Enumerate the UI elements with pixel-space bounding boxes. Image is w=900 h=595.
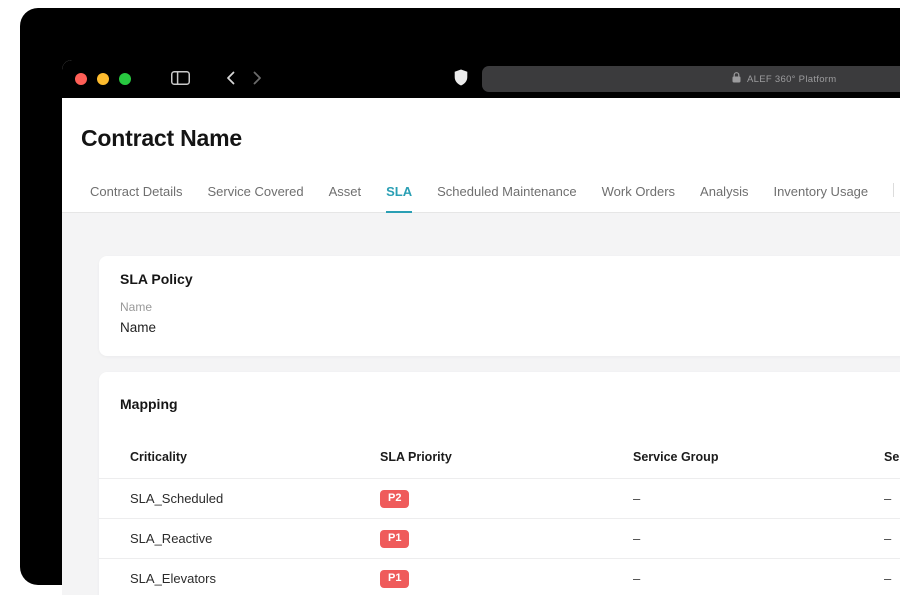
col-header-sla-priority: SLA Priority [380,450,452,464]
mapping-heading: Mapping [120,396,178,412]
priority-badge: P2 [380,490,410,508]
tab-service-covered[interactable]: Service Covered [207,174,303,213]
col-header-service-group: Service Group [633,450,719,464]
tab-scheduled-maintenance[interactable]: Scheduled Maintenance [437,174,577,213]
policy-name-label: Name [120,300,153,314]
url-bar[interactable]: ALEF 360° Platform [482,66,900,92]
tab-bar: Contract Details Service Covered Asset S… [62,174,900,213]
page-body: SLA Policy Name Name Mapping Criticality… [62,213,900,595]
cell-service-group: – [633,491,641,506]
tab-asset[interactable]: Asset [329,174,362,213]
back-button[interactable] [226,71,235,88]
sidebar-toggle-icon [171,70,190,88]
cell-criticality: SLA_Scheduled [130,491,224,506]
cell-col4: – [884,571,892,586]
cell-service-group: – [633,571,641,586]
policy-name-value: Name [120,320,157,335]
cell-criticality: SLA_Reactive [130,531,213,546]
tab-analysis[interactable]: Analysis [700,174,748,213]
table-row: SLA_Elevators P1 – – [99,558,900,595]
url-site-label: ALEF 360° Platform [747,73,837,85]
tab-sla[interactable]: SLA [386,174,413,213]
mapping-table: Criticality SLA Priority Service Group S… [99,436,900,595]
mapping-card: Mapping Criticality SLA Priority Service… [99,372,900,595]
app-header: Contract Name Contract Details Service C… [62,98,900,213]
zoom-button[interactable] [119,73,131,85]
chevron-left-icon [226,71,235,88]
tab-work-orders[interactable]: Work Orders [602,174,675,213]
cell-service-group: – [633,531,641,546]
cell-criticality: SLA_Elevators [130,571,216,586]
browser-window: ALEF 360° Platform Contract Name Contrac… [62,60,900,595]
table-row: SLA_Scheduled P2 – – [99,478,900,518]
table-row: SLA_Reactive P1 – – [99,518,900,558]
tab-divider [893,183,895,197]
minimize-button[interactable] [97,73,109,85]
traffic-lights [75,73,131,85]
cell-col4: – [884,491,892,506]
tab-inventory-usage[interactable]: Inventory Usage [773,174,868,213]
shield-icon [454,69,468,89]
sidebar-toggle-button[interactable] [171,70,190,88]
chevron-right-icon [253,71,262,88]
priority-badge: P1 [380,530,410,548]
page-title: Contract Name [81,125,242,151]
close-button[interactable] [75,73,87,85]
col-header-criticality: Criticality [130,450,187,464]
titlebar: ALEF 360° Platform [62,60,900,98]
privacy-shield-button[interactable] [454,69,468,89]
forward-button[interactable] [253,71,262,88]
sla-policy-heading: SLA Policy [120,271,193,287]
col-header-truncated: Se [884,450,900,464]
cell-col4: – [884,531,892,546]
table-header-row: Criticality SLA Priority Service Group S… [99,436,900,478]
tab-contract-details[interactable]: Contract Details [90,174,182,213]
priority-badge: P1 [380,570,410,588]
lock-icon [732,70,741,88]
sla-policy-card: SLA Policy Name Name [99,256,900,356]
